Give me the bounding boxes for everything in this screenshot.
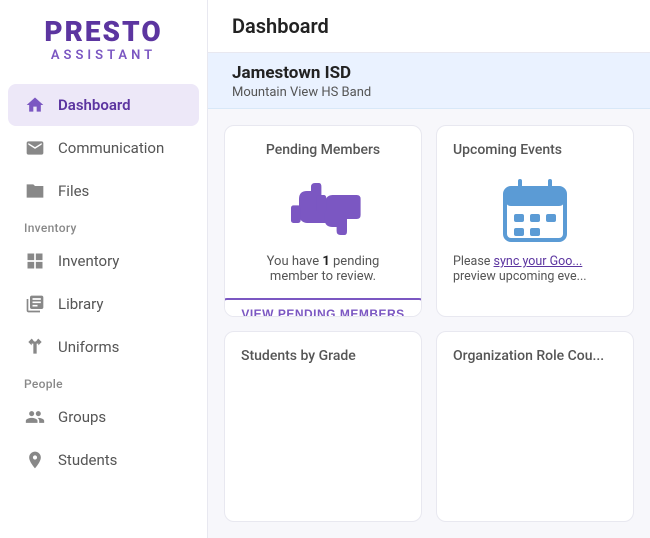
sidebar: PRESTO ASSISTANT Dashboard Communication (0, 0, 208, 538)
sidebar-item-uniforms[interactable]: Uniforms (8, 326, 199, 368)
sidebar-item-inventory-label: Inventory (58, 252, 119, 270)
folder-icon (24, 180, 46, 202)
pending-members-card: Pending Members You have 1 pending (224, 125, 422, 317)
thumbs-icon (283, 176, 363, 246)
logo-area: PRESTO ASSISTANT (0, 0, 207, 79)
sidebar-item-inventory[interactable]: Inventory (8, 240, 199, 282)
org-role-card: Organization Role Cou... (436, 331, 634, 523)
student-icon (24, 449, 46, 471)
students-by-grade-card: Students by Grade (224, 331, 422, 523)
sidebar-item-communication-label: Communication (58, 139, 164, 157)
sidebar-item-uniforms-label: Uniforms (58, 338, 119, 356)
sidebar-item-library[interactable]: Library (8, 283, 199, 325)
people-section-label: People (0, 369, 207, 395)
sidebar-item-files[interactable]: Files (8, 170, 199, 212)
sidebar-item-dashboard-label: Dashboard (58, 96, 131, 114)
users-icon (24, 406, 46, 428)
home-icon (24, 94, 46, 116)
pending-text: You have 1 pending member to review. (241, 254, 405, 284)
sidebar-item-students[interactable]: Students (8, 439, 199, 481)
sidebar-item-groups-label: Groups (58, 408, 106, 426)
sidebar-item-dashboard[interactable]: Dashboard (8, 84, 199, 126)
upcoming-text: Please sync your Goo... preview upcoming… (453, 254, 617, 284)
tshirt-icon (24, 336, 46, 358)
cards-area: Pending Members You have 1 pending (208, 109, 650, 538)
org-sub: Mountain View HS Band (232, 85, 626, 100)
main-header: Dashboard (208, 0, 650, 53)
sidebar-item-groups[interactable]: Groups (8, 396, 199, 438)
org-banner: Jamestown ISD Mountain View HS Band (208, 53, 650, 109)
org-role-title: Organization Role Cou... (453, 348, 617, 364)
view-pending-members-button[interactable]: VIEW PENDING MEMBERS (224, 298, 422, 317)
sidebar-nav: Dashboard Communication Files Inventory (0, 79, 207, 538)
main-content: Dashboard Jamestown ISD Mountain View HS… (208, 0, 650, 538)
sidebar-item-communication[interactable]: Communication (8, 127, 199, 169)
page-title: Dashboard (232, 14, 626, 38)
inventory-section-label: Inventory (0, 213, 207, 239)
pending-members-title: Pending Members (266, 142, 380, 158)
mail-icon (24, 137, 46, 159)
book-icon (24, 293, 46, 315)
sidebar-item-students-label: Students (58, 451, 117, 469)
sync-link[interactable]: sync your Goo... (494, 254, 583, 269)
students-grade-title: Students by Grade (241, 348, 405, 364)
logo-sub: ASSISTANT (51, 48, 156, 63)
sidebar-item-library-label: Library (58, 295, 103, 313)
upcoming-events-title: Upcoming Events (453, 142, 617, 158)
logo-name: PRESTO (44, 18, 162, 46)
org-name: Jamestown ISD (232, 63, 626, 83)
calendar-icon (453, 176, 617, 246)
upcoming-events-card: Upcoming Events Please sync your Goo... … (436, 125, 634, 317)
grid-icon (24, 250, 46, 272)
sidebar-item-files-label: Files (58, 182, 89, 200)
